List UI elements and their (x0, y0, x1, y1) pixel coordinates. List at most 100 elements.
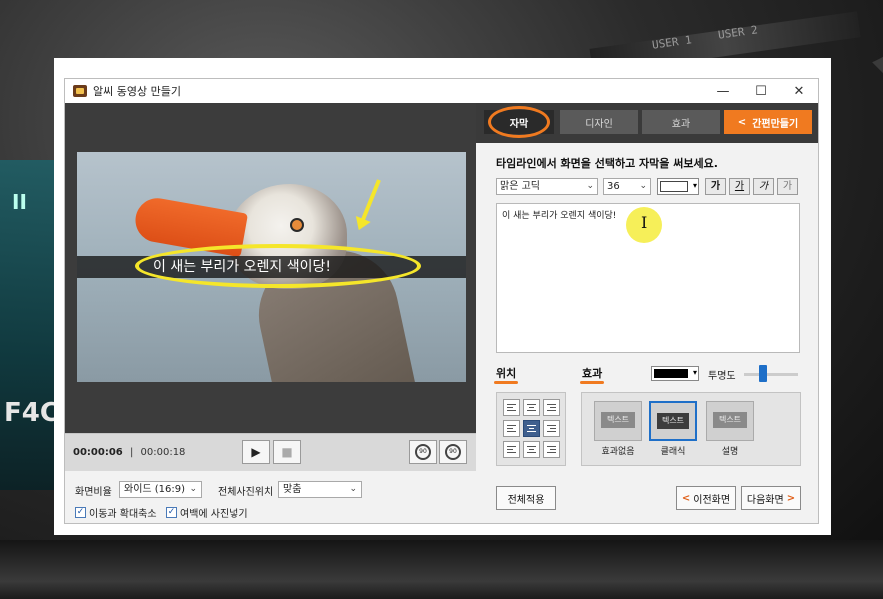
window-title: 알씨 동영상 만들기 (93, 85, 181, 98)
align-top-left-button[interactable] (503, 399, 520, 416)
tab-design[interactable]: 디자인 (560, 110, 638, 134)
effect-none-label: 효과없음 (601, 447, 635, 457)
chevron-right-icon: > (786, 492, 796, 504)
position-underline (494, 381, 518, 384)
position-section-label: 위치 (496, 367, 517, 380)
align-bottom-left-button[interactable] (503, 441, 520, 458)
current-time: 00:00:06 (73, 447, 123, 458)
effect-underline (580, 381, 604, 384)
maximize-button[interactable]: ☐ (742, 84, 780, 99)
opacity-label: 투명도 (708, 371, 736, 382)
apply-all-button[interactable]: 전체적용 (496, 486, 556, 510)
background-mark: II (12, 190, 27, 214)
align-middle-center-button[interactable] (523, 420, 540, 437)
rotate-left-button[interactable]: 90 (409, 440, 437, 464)
effect-none-preview: 텍스트 (601, 412, 635, 428)
rotate-left-icon: 90 (415, 444, 431, 460)
chevron-left-icon: < (737, 116, 747, 128)
play-button[interactable]: ▶ (242, 440, 270, 464)
simple-make-button[interactable]: < 간편만들기 (724, 110, 812, 134)
outline-button[interactable]: 가 (777, 178, 798, 195)
chevron-left-icon: < (681, 492, 691, 504)
preview-panel: 이 새는 부리가 오렌지 색이당! 00:00:06 | 00:00:18 ▶ … (65, 103, 476, 523)
app-icon (73, 85, 87, 97)
photo-options: 화면비율 와이드 (16:9) ⌄ 전체사진위치 맞춤 ⌄ ✓ 이동과 확대축소… (65, 471, 476, 523)
time-display: 00:00:06 | 00:00:18 (73, 447, 185, 458)
underline-button[interactable]: 가 (729, 178, 750, 195)
background-decoration (0, 540, 883, 599)
app-window: 알씨 동영상 만들기 — ☐ ✕ 이 새는 부리가 오렌지 색이당! 00:00… (64, 78, 819, 524)
check-icon: ✓ (166, 507, 177, 518)
simple-make-label: 간편만들기 (752, 118, 799, 130)
aspect-ratio-select[interactable]: 와이드 (16:9) ⌄ (119, 481, 202, 498)
font-size-select[interactable]: 36 ⌄ (603, 178, 651, 195)
align-top-right-button[interactable] (543, 399, 560, 416)
font-select[interactable]: 맑은 고딕 ⌄ (496, 178, 598, 195)
editor-panel: 자막 디자인 효과 < 간편만들기 타임라인에서 화면을 선택하고 자막을 써보… (476, 103, 818, 523)
text-color-swatch (660, 181, 688, 192)
effect-color-picker[interactable]: ▾ (651, 366, 699, 381)
opacity-slider-track[interactable] (744, 373, 798, 376)
text-color-picker[interactable]: ▾ (657, 178, 699, 195)
next-screen-button[interactable]: 다음화면 > (741, 486, 801, 510)
effect-description-preview: 텍스트 (713, 412, 747, 428)
effect-classic-preview: 텍스트 (657, 413, 689, 429)
chevron-down-icon: ⌄ (189, 484, 197, 494)
photo-position-label: 전체사진위치 (218, 487, 274, 498)
stop-icon: ■ (281, 445, 293, 459)
title-bar: 알씨 동영상 만들기 — ☐ ✕ (65, 79, 818, 103)
chevron-down-icon: ⌄ (586, 181, 594, 191)
stop-button[interactable]: ■ (273, 440, 301, 464)
effect-classic-option[interactable]: 텍스트 (649, 401, 697, 441)
background-screen (0, 160, 62, 490)
minimize-button[interactable]: — (704, 84, 742, 99)
dropdown-arrow-icon: ▾ (692, 181, 697, 190)
highlight-ellipse (135, 244, 421, 288)
font-size-value: 36 (607, 181, 620, 192)
goose-eye (290, 218, 304, 232)
align-middle-left-button[interactable] (503, 420, 520, 437)
effect-options: 텍스트 효과없음 텍스트 클래식 텍스트 설명 (581, 392, 801, 466)
bold-button[interactable]: 가 (705, 178, 726, 195)
effect-color-swatch (654, 369, 688, 378)
tab-highlight-circle (488, 106, 550, 138)
font-value: 맑은 고딕 (500, 181, 540, 192)
check-icon: ✓ (75, 507, 86, 518)
chevron-down-icon: ⌄ (349, 484, 357, 494)
effect-none-option[interactable]: 텍스트 (594, 401, 642, 441)
playback-controls: 00:00:06 | 00:00:18 ▶ ■ 90 90 (65, 433, 476, 472)
margin-photo-label: 여백에 사진넣기 (180, 509, 248, 520)
chevron-down-icon: ⌄ (639, 181, 647, 191)
photo-position-value: 맞춤 (283, 484, 302, 495)
opacity-slider-thumb[interactable] (758, 365, 767, 382)
align-middle-right-button[interactable] (543, 420, 560, 437)
previous-screen-label: 이전화면 (693, 494, 731, 506)
align-top-center-button[interactable] (523, 399, 540, 416)
highlight-arrow-icon (359, 179, 381, 224)
aspect-ratio-label: 화면비율 (75, 487, 112, 498)
close-button[interactable]: ✕ (780, 84, 818, 99)
photo-position-select[interactable]: 맞춤 ⌄ (278, 481, 362, 498)
margin-photo-checkbox[interactable]: ✓ 여백에 사진넣기 (166, 505, 248, 520)
position-grid (496, 392, 566, 466)
effect-description-option[interactable]: 텍스트 (706, 401, 754, 441)
dropdown-arrow-icon: ▾ (692, 368, 697, 377)
move-zoom-checkbox[interactable]: ✓ 이동과 확대축소 (75, 505, 157, 520)
rotate-right-icon: 90 (445, 444, 461, 460)
effect-description-label: 설명 (721, 447, 739, 457)
next-screen-label: 다음화면 (746, 494, 784, 506)
move-zoom-label: 이동과 확대축소 (89, 509, 157, 520)
total-time: 00:00:18 (140, 447, 186, 458)
tab-bar: 자막 디자인 효과 < 간편만들기 (476, 103, 818, 143)
rotate-right-button[interactable]: 90 (439, 440, 467, 464)
window-controls: — ☐ ✕ (704, 84, 818, 99)
tab-effect[interactable]: 효과 (642, 110, 720, 134)
italic-button[interactable]: 가 (753, 178, 774, 195)
video-preview[interactable]: 이 새는 부리가 오렌지 색이당! (77, 152, 466, 382)
align-bottom-right-button[interactable] (543, 441, 560, 458)
aspect-ratio-value: 와이드 (16:9) (124, 484, 186, 495)
effect-section-label: 효과 (582, 367, 603, 380)
align-bottom-center-button[interactable] (523, 441, 540, 458)
previous-screen-button[interactable]: < 이전화면 (676, 486, 736, 510)
subtitle-instruction: 타임라인에서 화면을 선택하고 자막을 써보세요. (496, 157, 718, 170)
